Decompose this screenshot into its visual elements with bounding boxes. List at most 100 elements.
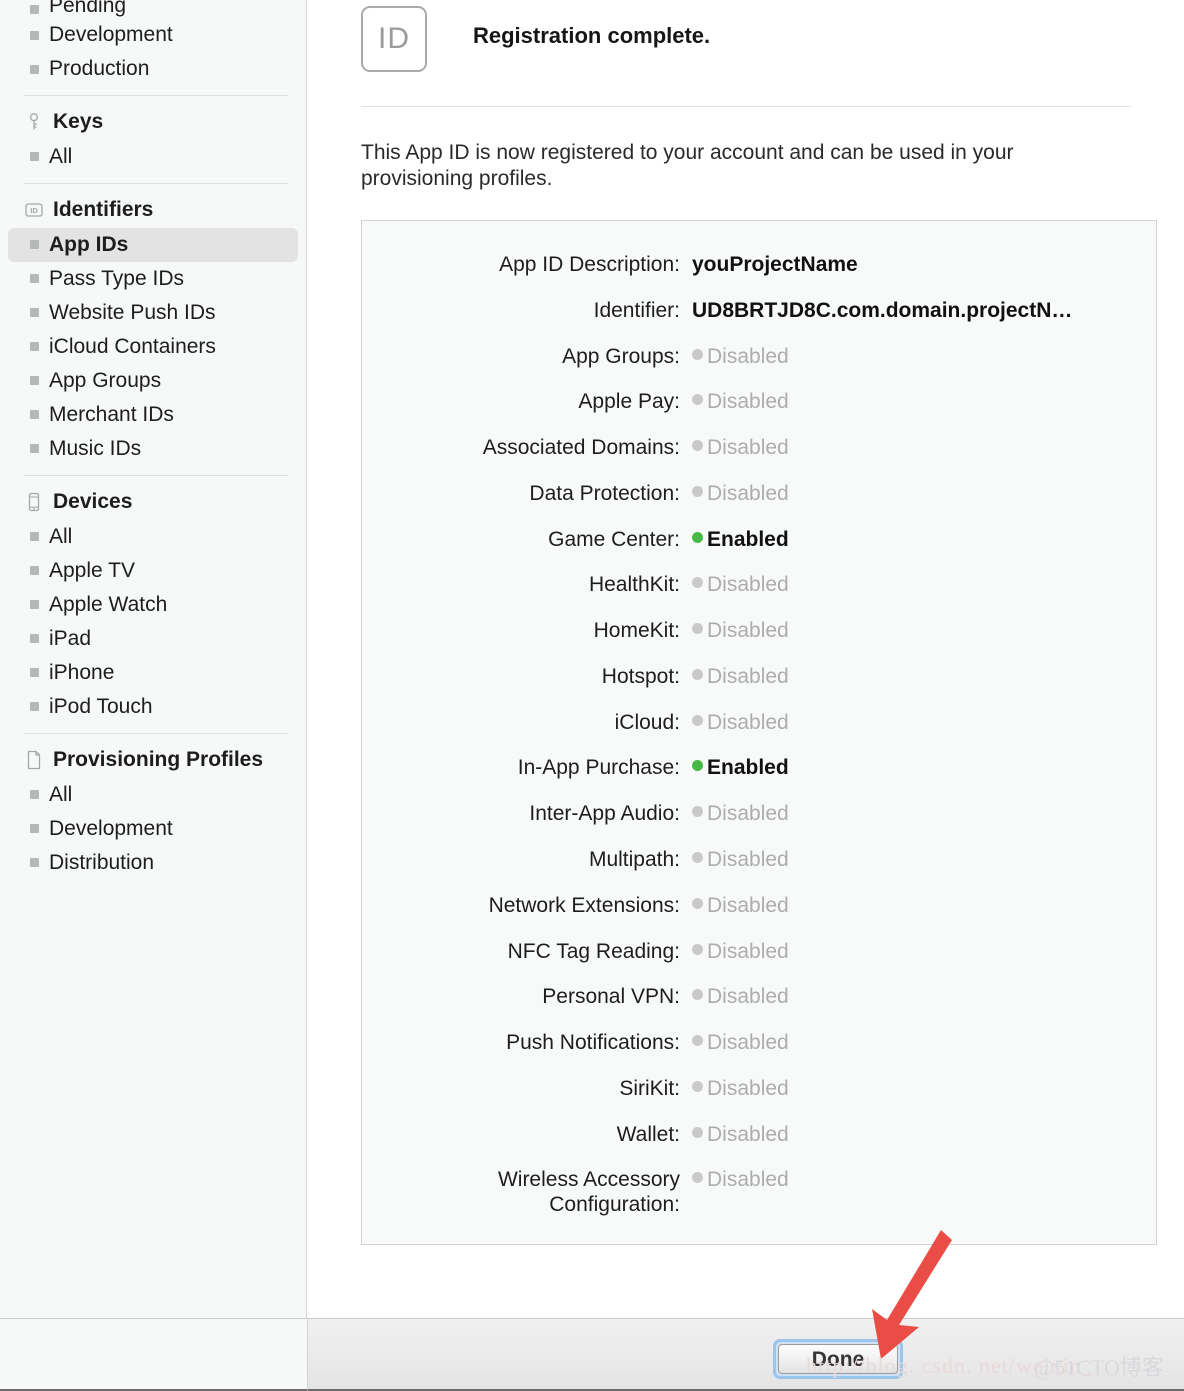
- sidebar-item-app-groups[interactable]: App Groups: [8, 364, 298, 398]
- status-dot-enabled-icon: [692, 531, 703, 543]
- sidebar-group-label: Keys: [53, 110, 104, 133]
- detail-value: Disabled: [692, 345, 789, 370]
- document-icon: [24, 750, 44, 770]
- bullet-icon: [30, 308, 39, 318]
- detail-label: Identifier:: [593, 298, 680, 322]
- app-id-badge-icon: ID: [361, 6, 427, 72]
- detail-row: Inter-App Audio: Disabled: [362, 802, 1156, 827]
- detail-row: Data Protection: Disabled: [362, 482, 1156, 507]
- detail-value: Enabled: [692, 756, 789, 781]
- status-dot-disabled-icon: [692, 1172, 703, 1184]
- detail-value: Disabled: [692, 985, 789, 1010]
- sidebar-item-development[interactable]: Development: [8, 18, 298, 52]
- sidebar-item-label: Production: [49, 57, 150, 80]
- sidebar-item-development[interactable]: Development: [8, 812, 298, 846]
- sidebar-item-music-ids[interactable]: Music IDs: [8, 432, 298, 466]
- bullet-icon: [30, 376, 39, 386]
- status-dot-disabled-icon: [692, 897, 703, 909]
- bullet-icon: [30, 342, 39, 352]
- sidebar-group-identifiers: ID Identifiers: [0, 190, 306, 228]
- detail-value: Disabled: [692, 436, 789, 461]
- status-dot-disabled-icon: [692, 485, 703, 497]
- status-dot-disabled-icon: [692, 806, 703, 818]
- detail-value-text: Disabled: [707, 848, 789, 872]
- sidebar-item-all[interactable]: All: [8, 520, 298, 554]
- detail-row: Apple Pay: Disabled: [362, 390, 1156, 415]
- bullet-icon: [30, 30, 39, 40]
- status-dot-disabled-icon: [692, 1126, 703, 1138]
- detail-value: Disabled: [692, 1077, 789, 1102]
- sidebar-item-distribution[interactable]: Distribution: [8, 846, 298, 880]
- sidebar-item-label: iCloud Containers: [49, 334, 216, 358]
- detail-row: Network Extensions: Disabled: [362, 894, 1156, 919]
- sidebar-item-label: iPod Touch: [49, 694, 153, 718]
- detail-value: Disabled: [692, 619, 789, 644]
- detail-value-text: Disabled: [707, 939, 789, 963]
- main-content: ID Registration complete. This App ID is…: [308, 0, 1184, 1318]
- detail-row: App Groups: Disabled: [362, 345, 1156, 370]
- footer-sidebar-strip: [0, 1318, 308, 1391]
- sidebar-item-production[interactable]: Production: [8, 52, 298, 86]
- detail-value: Disabled: [692, 940, 789, 965]
- sidebar-item-pending[interactable]: Pending: [8, 0, 298, 18]
- sidebar-list: Pending Development Production Keys All ID Ide…: [0, 0, 306, 880]
- detail-row: Hotspot: Disabled: [362, 665, 1156, 690]
- status-dot-disabled-icon: [692, 623, 703, 635]
- detail-label: HomeKit:: [593, 619, 680, 643]
- sidebar-item-icloud-containers[interactable]: iCloud Containers: [8, 330, 298, 364]
- sidebar-item-label: iPhone: [49, 660, 115, 684]
- sidebar-item-all[interactable]: All: [8, 140, 298, 174]
- bullet-icon: [30, 824, 39, 833]
- sidebar-item-label: Music IDs: [49, 436, 142, 460]
- detail-value-text: Disabled: [707, 390, 789, 414]
- sidebar-item-pass-type-ids[interactable]: Pass Type IDs: [8, 262, 298, 296]
- detail-label: Hotspot:: [601, 664, 680, 688]
- detail-label: Wireless Accessory Configuration:: [497, 1168, 680, 1217]
- detail-value-text: Disabled: [707, 1031, 789, 1055]
- bullet-icon: [30, 566, 39, 576]
- sidebar-item-ipad[interactable]: iPad: [8, 622, 298, 656]
- sidebar-item-app-ids[interactable]: App IDs: [8, 227, 298, 262]
- detail-value-text: UD8BRTJD8C.com.domain.projectN…: [692, 298, 1073, 322]
- done-button[interactable]: Done: [778, 1344, 898, 1374]
- sidebar-group-provisioning-profiles: Provisioning Profiles: [0, 740, 306, 778]
- sidebar-item-merchant-ids[interactable]: Merchant IDs: [8, 398, 298, 432]
- detail-row: Game Center: Enabled: [362, 528, 1156, 553]
- sidebar-item-website-push-ids[interactable]: Website Push IDs: [8, 296, 298, 330]
- status-dot-disabled-icon: [692, 989, 703, 1001]
- sidebar-item-apple-tv[interactable]: Apple TV: [8, 554, 298, 588]
- bullet-icon: [30, 532, 39, 542]
- status-dot-disabled-icon: [692, 668, 703, 680]
- detail-value-text: Disabled: [707, 710, 789, 734]
- detail-label: Push Notifications:: [506, 1031, 680, 1055]
- sidebar-item-label: Merchant IDs: [49, 402, 174, 426]
- status-dot-disabled-icon: [692, 1035, 703, 1047]
- bullet-icon: [30, 410, 39, 420]
- detail-label: Wallet:: [616, 1122, 680, 1146]
- sidebar-item-iphone[interactable]: iPhone: [8, 656, 298, 690]
- sidebar-group-keys: Keys: [0, 102, 306, 140]
- sidebar-item-all[interactable]: All: [8, 778, 298, 812]
- detail-row: Push Notifications: Disabled: [362, 1031, 1156, 1056]
- sidebar-group-label: Identifiers: [53, 197, 154, 221]
- detail-value: Disabled: [692, 894, 789, 919]
- detail-value: Disabled: [692, 665, 789, 690]
- detail-row: Wallet: Disabled: [362, 1123, 1156, 1148]
- detail-label: Inter-App Audio:: [529, 802, 680, 826]
- sidebar-item-apple-watch[interactable]: Apple Watch: [8, 588, 298, 622]
- key-icon: [24, 112, 44, 132]
- detail-label: Network Extensions:: [488, 893, 680, 917]
- detail-row: HealthKit: Disabled: [362, 573, 1156, 598]
- sidebar-separator: [24, 474, 288, 476]
- bullet-icon: [30, 790, 39, 799]
- detail-label: App Groups:: [562, 344, 680, 368]
- sidebar-navigation[interactable]: Pending Development Production Keys All ID Ide…: [0, 0, 307, 1318]
- sidebar-item-label: Distribution: [49, 850, 155, 874]
- sidebar-item-ipod-touch[interactable]: iPod Touch: [8, 690, 298, 724]
- sidebar-item-label: Pending: [49, 0, 127, 17]
- detail-value: Enabled: [692, 528, 789, 553]
- sidebar-item-label: Apple TV: [49, 558, 135, 582]
- detail-value-text: Enabled: [707, 527, 789, 551]
- detail-value: Disabled: [692, 1031, 789, 1056]
- sidebar-item-label: Apple Watch: [49, 592, 168, 616]
